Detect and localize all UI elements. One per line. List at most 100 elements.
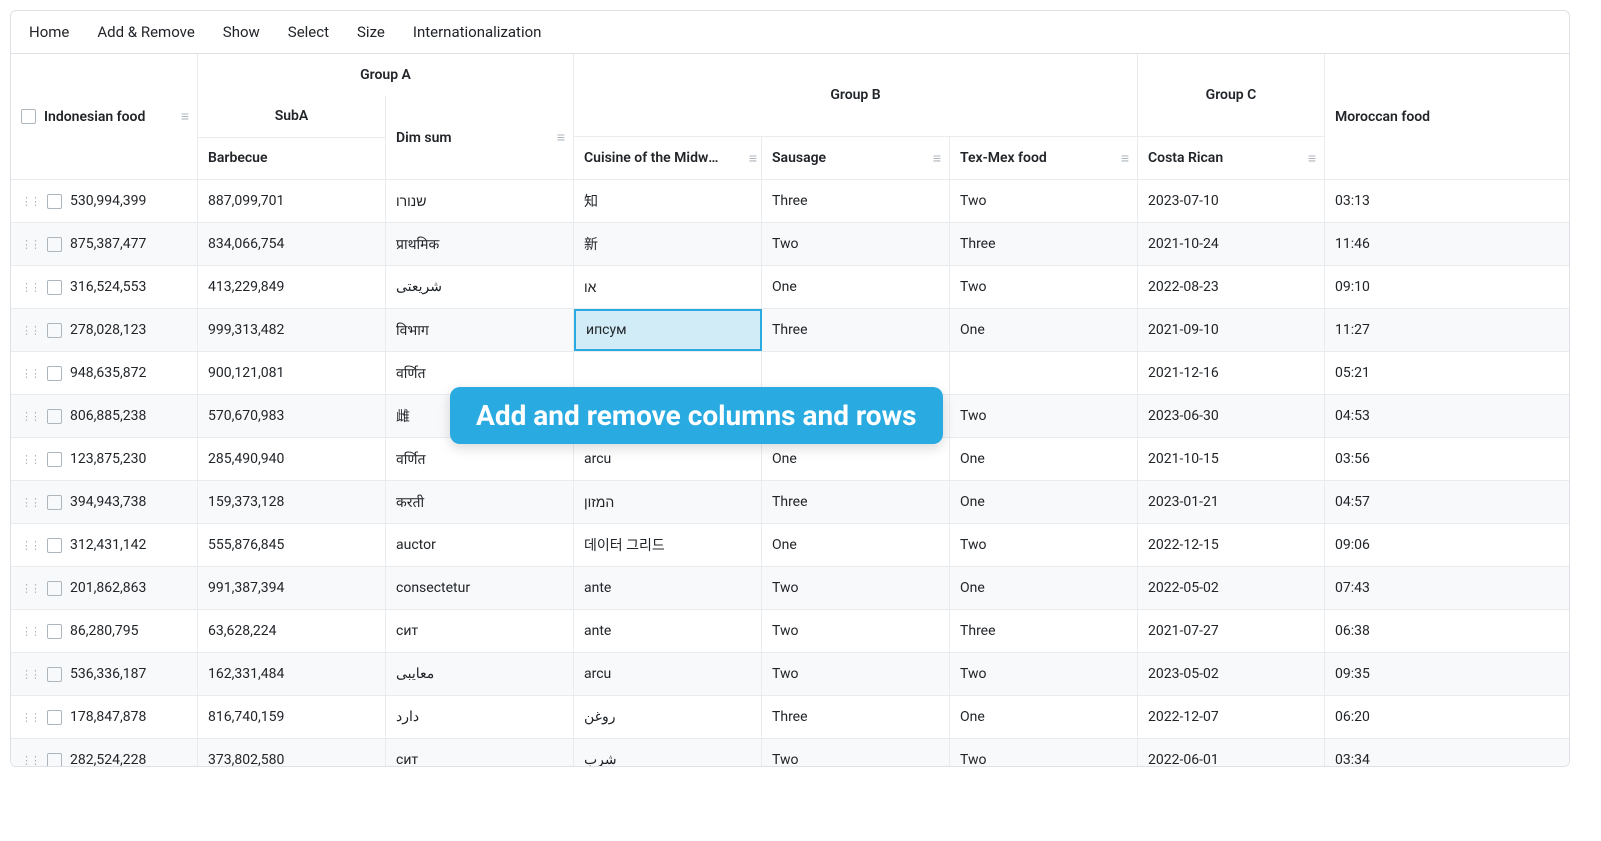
cell[interactable]: ⋮⋮394,943,738 [11,481,198,523]
row-checkbox[interactable] [47,710,62,725]
drag-handle-icon[interactable]: ⋮⋮ [21,625,39,638]
cell[interactable]: 11:27 [1325,309,1553,351]
cell[interactable]: 900,121,081 [198,352,386,394]
column-menu-icon[interactable]: ≡ [557,129,565,146]
cell[interactable]: ⋮⋮530,994,399 [11,180,198,222]
row-checkbox[interactable] [47,667,62,682]
drag-handle-icon[interactable]: ⋮⋮ [21,367,39,380]
cell[interactable]: वर्णित [386,438,574,480]
nav-show[interactable]: Show [223,23,260,41]
cell[interactable]: המזון [574,481,762,523]
drag-handle-icon[interactable]: ⋮⋮ [21,754,39,767]
cell[interactable]: Two [950,653,1138,695]
cell[interactable]: Two [762,223,950,265]
cell[interactable]: Two [950,266,1138,308]
cell[interactable]: Three [950,223,1138,265]
cell[interactable]: 11:46 [1325,223,1553,265]
cell[interactable]: 06:38 [1325,610,1553,652]
col-header-texmex[interactable]: Tex-Mex food ≡ [950,137,1138,179]
table-row[interactable]: ⋮⋮394,943,738159,373,128करतीהמזוןThreeOn… [11,481,1569,524]
cell[interactable]: करती [386,481,574,523]
col-header-indonesian[interactable]: Indonesian food ≡ [11,54,198,179]
cell[interactable]: 2021-10-15 [1138,438,1325,480]
cell[interactable]: 834,066,754 [198,223,386,265]
cell[interactable]: או [574,266,762,308]
nav-i18n[interactable]: Internationalization [413,23,542,41]
cell[interactable]: ⋮⋮123,875,230 [11,438,198,480]
row-checkbox[interactable] [47,280,62,295]
cell[interactable]: Two [762,653,950,695]
drag-handle-icon[interactable]: ⋮⋮ [21,238,39,251]
drag-handle-icon[interactable]: ⋮⋮ [21,668,39,681]
cell[interactable]: 2022-06-01 [1138,739,1325,766]
group-b-header[interactable]: Group B [574,54,1138,137]
row-checkbox[interactable] [47,624,62,639]
cell[interactable]: auctor [386,524,574,566]
group-a-header[interactable]: Group A [198,54,574,96]
cell[interactable]: شرب [574,739,762,766]
cell[interactable]: One [950,481,1138,523]
cell[interactable]: Two [950,395,1138,437]
table-row[interactable]: ⋮⋮86,280,79563,628,224ситanteTwoThree202… [11,610,1569,653]
cell[interactable]: One [950,567,1138,609]
cell[interactable]: ⋮⋮278,028,123 [11,309,198,351]
cell[interactable]: روغن [574,696,762,738]
cell[interactable]: 03:34 [1325,739,1553,766]
cell[interactable]: 2023-01-21 [1138,481,1325,523]
cell[interactable]: 2022-05-02 [1138,567,1325,609]
cell[interactable]: 03:56 [1325,438,1553,480]
cell[interactable]: 999,313,482 [198,309,386,351]
cell[interactable]: 991,387,394 [198,567,386,609]
cell[interactable]: 2021-10-24 [1138,223,1325,265]
cell[interactable]: Two [762,739,950,766]
cell[interactable]: ⋮⋮312,431,142 [11,524,198,566]
nav-size[interactable]: Size [357,23,385,41]
cell[interactable]: ⋮⋮86,280,795 [11,610,198,652]
cell[interactable]: 63,628,224 [198,610,386,652]
cell[interactable]: 887,099,701 [198,180,386,222]
cell[interactable]: 09:06 [1325,524,1553,566]
cell[interactable]: One [762,438,950,480]
cell[interactable]: Three [762,481,950,523]
row-checkbox[interactable] [47,495,62,510]
cell[interactable]: One [762,266,950,308]
cell[interactable]: ⋮⋮536,336,187 [11,653,198,695]
cell[interactable]: 09:35 [1325,653,1553,695]
col-header-moroccan[interactable]: Moroccan food [1325,54,1553,179]
cell[interactable]: 04:53 [1325,395,1553,437]
table-row[interactable]: ⋮⋮875,387,477834,066,754प्राथमिक新TwoThre… [11,223,1569,266]
table-row[interactable]: ⋮⋮530,994,399887,099,701שנורו知ThreeTwo20… [11,180,1569,223]
cell[interactable]: Two [950,739,1138,766]
cell[interactable]: One [950,438,1138,480]
table-row[interactable]: ⋮⋮536,336,187162,331,484معایبیarcuTwoTwo… [11,653,1569,696]
table-row[interactable]: ⋮⋮201,862,863991,387,394consecteturanteT… [11,567,1569,610]
table-row[interactable]: ⋮⋮282,524,228373,802,580ситشربTwoTwo2022… [11,739,1569,766]
cell[interactable]: 555,876,845 [198,524,386,566]
col-header-barbecue[interactable]: Barbecue [198,138,386,180]
suba-header[interactable]: SubA [198,96,386,138]
cell[interactable]: 162,331,484 [198,653,386,695]
cell[interactable]: 570,670,983 [198,395,386,437]
cell[interactable]: ⋮⋮201,862,863 [11,567,198,609]
row-checkbox[interactable] [47,452,62,467]
cell[interactable]: Two [950,524,1138,566]
cell[interactable] [950,352,1138,394]
cell[interactable]: Two [762,610,950,652]
cell[interactable]: ⋮⋮875,387,477 [11,223,198,265]
cell[interactable]: 06:20 [1325,696,1553,738]
cell[interactable]: 2021-09-10 [1138,309,1325,351]
cell[interactable]: Three [950,610,1138,652]
cell[interactable]: ипсум [574,309,762,351]
cell[interactable]: 데이터 그리드 [574,524,762,566]
cell[interactable]: One [950,309,1138,351]
cell[interactable]: שנורו [386,180,574,222]
cell[interactable]: دارد [386,696,574,738]
cell[interactable]: 05:21 [1325,352,1553,394]
row-checkbox[interactable] [47,581,62,596]
row-checkbox[interactable] [47,323,62,338]
table-row[interactable]: ⋮⋮178,847,878816,740,159داردروغنThreeOne… [11,696,1569,739]
drag-handle-icon[interactable]: ⋮⋮ [21,195,39,208]
cell[interactable]: сит [386,610,574,652]
cell[interactable]: 新 [574,223,762,265]
cell[interactable]: 2023-06-30 [1138,395,1325,437]
